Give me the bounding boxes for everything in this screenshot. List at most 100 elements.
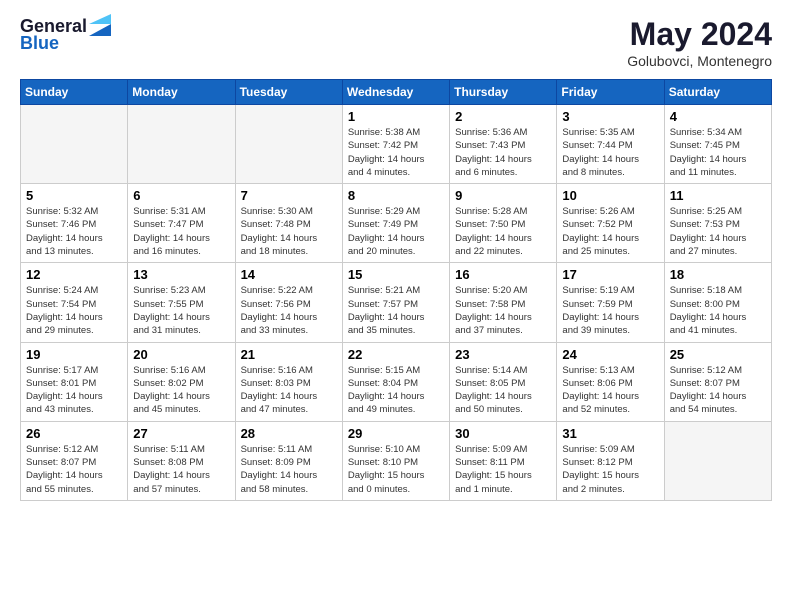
day-info: Sunrise: 5:34 AM Sunset: 7:45 PM Dayligh… xyxy=(670,126,766,179)
day-info: Sunrise: 5:16 AM Sunset: 8:03 PM Dayligh… xyxy=(241,364,337,417)
day-info: Sunrise: 5:11 AM Sunset: 8:08 PM Dayligh… xyxy=(133,443,229,496)
table-row: 1 Sunrise: 5:38 AM Sunset: 7:42 PM Daylig… xyxy=(342,105,449,184)
day-info: Sunrise: 5:10 AM Sunset: 8:10 PM Dayligh… xyxy=(348,443,444,496)
table-row: 22 Sunrise: 5:15 AM Sunset: 8:04 PM Dayli… xyxy=(342,342,449,421)
day-number: 10 xyxy=(562,188,658,203)
table-row: 29Sunrise: 5:10 AM Sunset: 8:10 PM Dayli… xyxy=(342,421,449,500)
table-row: 17Sunrise: 5:19 AM Sunset: 7:59 PM Dayli… xyxy=(557,263,664,342)
table-row: 6 Sunrise: 5:31 AM Sunset: 7:47 PM Daylig… xyxy=(128,184,235,263)
day-number: 7 xyxy=(241,188,337,203)
day-number: 19 xyxy=(26,347,122,362)
col-monday: Monday xyxy=(128,80,235,105)
table-row: 23 Sunrise: 5:14 AM Sunset: 8:05 PM Dayli… xyxy=(450,342,557,421)
day-number: 20 xyxy=(133,347,229,362)
day-number: 30 xyxy=(455,426,551,441)
table-row: 9Sunrise: 5:28 AM Sunset: 7:50 PM Daylig… xyxy=(450,184,557,263)
day-info: Sunrise: 5:36 AM Sunset: 7:43 PM Dayligh… xyxy=(455,126,551,179)
day-info: Sunrise: 5:15 AM Sunset: 8:04 PM Dayligh… xyxy=(348,364,444,417)
day-number: 14 xyxy=(241,267,337,282)
table-row: 20Sunrise: 5:16 AM Sunset: 8:02 PM Dayli… xyxy=(128,342,235,421)
page: General Blue May 2024 Golubovci, Montene… xyxy=(0,0,792,511)
table-row: 13 Sunrise: 5:23 AM Sunset: 7:55 PM Dayli… xyxy=(128,263,235,342)
day-info: Sunrise: 5:20 AM Sunset: 7:58 PM Dayligh… xyxy=(455,284,551,337)
day-info: Sunrise: 5:11 AM Sunset: 8:09 PM Dayligh… xyxy=(241,443,337,496)
table-row: 15Sunrise: 5:21 AM Sunset: 7:57 PM Dayli… xyxy=(342,263,449,342)
day-info: Sunrise: 5:22 AM Sunset: 7:56 PM Dayligh… xyxy=(241,284,337,337)
calendar-week-row: 12 Sunrise: 5:24 AM Sunset: 7:54 PM Dayli… xyxy=(21,263,772,342)
day-number: 31 xyxy=(562,426,658,441)
day-info: Sunrise: 5:25 AM Sunset: 7:53 PM Dayligh… xyxy=(670,205,766,258)
day-number: 21 xyxy=(241,347,337,362)
table-row: 30 Sunrise: 5:09 AM Sunset: 8:11 PM Dayli… xyxy=(450,421,557,500)
table-row: 2Sunrise: 5:36 AM Sunset: 7:43 PM Daylig… xyxy=(450,105,557,184)
day-number: 23 xyxy=(455,347,551,362)
header: General Blue May 2024 Golubovci, Montene… xyxy=(20,16,772,69)
day-number: 25 xyxy=(670,347,766,362)
day-info: Sunrise: 5:18 AM Sunset: 8:00 PM Dayligh… xyxy=(670,284,766,337)
calendar-week-row: 1 Sunrise: 5:38 AM Sunset: 7:42 PM Daylig… xyxy=(21,105,772,184)
table-row: 16Sunrise: 5:20 AM Sunset: 7:58 PM Dayli… xyxy=(450,263,557,342)
day-number: 6 xyxy=(133,188,229,203)
day-info: Sunrise: 5:17 AM Sunset: 8:01 PM Dayligh… xyxy=(26,364,122,417)
calendar-week-row: 5 Sunrise: 5:32 AM Sunset: 7:46 PM Daylig… xyxy=(21,184,772,263)
day-number: 24 xyxy=(562,347,658,362)
table-row: 4 Sunrise: 5:34 AM Sunset: 7:45 PM Daylig… xyxy=(664,105,771,184)
table-row: 7Sunrise: 5:30 AM Sunset: 7:48 PM Daylig… xyxy=(235,184,342,263)
table-row xyxy=(128,105,235,184)
day-number: 12 xyxy=(26,267,122,282)
table-row: 14 Sunrise: 5:22 AM Sunset: 7:56 PM Dayli… xyxy=(235,263,342,342)
table-row: 24 Sunrise: 5:13 AM Sunset: 8:06 PM Dayli… xyxy=(557,342,664,421)
day-number: 5 xyxy=(26,188,122,203)
day-info: Sunrise: 5:35 AM Sunset: 7:44 PM Dayligh… xyxy=(562,126,658,179)
day-number: 27 xyxy=(133,426,229,441)
table-row: 3 Sunrise: 5:35 AM Sunset: 7:44 PM Daylig… xyxy=(557,105,664,184)
day-number: 8 xyxy=(348,188,444,203)
table-row xyxy=(235,105,342,184)
table-row xyxy=(664,421,771,500)
day-info: Sunrise: 5:09 AM Sunset: 8:11 PM Dayligh… xyxy=(455,443,551,496)
day-number: 4 xyxy=(670,109,766,124)
day-info: Sunrise: 5:24 AM Sunset: 7:54 PM Dayligh… xyxy=(26,284,122,337)
day-number: 3 xyxy=(562,109,658,124)
day-number: 15 xyxy=(348,267,444,282)
table-row: 21 Sunrise: 5:16 AM Sunset: 8:03 PM Dayli… xyxy=(235,342,342,421)
table-row: 12 Sunrise: 5:24 AM Sunset: 7:54 PM Dayli… xyxy=(21,263,128,342)
logo-icon xyxy=(89,14,111,36)
day-info: Sunrise: 5:09 AM Sunset: 8:12 PM Dayligh… xyxy=(562,443,658,496)
col-wednesday: Wednesday xyxy=(342,80,449,105)
title-block: May 2024 Golubovci, Montenegro xyxy=(627,16,772,69)
calendar: Sunday Monday Tuesday Wednesday Thursday… xyxy=(20,79,772,501)
table-row: 5 Sunrise: 5:32 AM Sunset: 7:46 PM Daylig… xyxy=(21,184,128,263)
table-row: 8 Sunrise: 5:29 AM Sunset: 7:49 PM Daylig… xyxy=(342,184,449,263)
day-number: 13 xyxy=(133,267,229,282)
table-row: 11 Sunrise: 5:25 AM Sunset: 7:53 PM Dayli… xyxy=(664,184,771,263)
table-row: 25 Sunrise: 5:12 AM Sunset: 8:07 PM Dayli… xyxy=(664,342,771,421)
day-info: Sunrise: 5:31 AM Sunset: 7:47 PM Dayligh… xyxy=(133,205,229,258)
day-number: 1 xyxy=(348,109,444,124)
day-info: Sunrise: 5:12 AM Sunset: 8:07 PM Dayligh… xyxy=(670,364,766,417)
day-info: Sunrise: 5:28 AM Sunset: 7:50 PM Dayligh… xyxy=(455,205,551,258)
table-row: 26Sunrise: 5:12 AM Sunset: 8:07 PM Dayli… xyxy=(21,421,128,500)
day-info: Sunrise: 5:23 AM Sunset: 7:55 PM Dayligh… xyxy=(133,284,229,337)
month-year: May 2024 xyxy=(627,16,772,53)
day-info: Sunrise: 5:32 AM Sunset: 7:46 PM Dayligh… xyxy=(26,205,122,258)
day-info: Sunrise: 5:13 AM Sunset: 8:06 PM Dayligh… xyxy=(562,364,658,417)
day-number: 28 xyxy=(241,426,337,441)
day-info: Sunrise: 5:29 AM Sunset: 7:49 PM Dayligh… xyxy=(348,205,444,258)
table-row: 27 Sunrise: 5:11 AM Sunset: 8:08 PM Dayli… xyxy=(128,421,235,500)
day-info: Sunrise: 5:19 AM Sunset: 7:59 PM Dayligh… xyxy=(562,284,658,337)
calendar-week-row: 26Sunrise: 5:12 AM Sunset: 8:07 PM Dayli… xyxy=(21,421,772,500)
calendar-week-row: 19 Sunrise: 5:17 AM Sunset: 8:01 PM Dayli… xyxy=(21,342,772,421)
col-tuesday: Tuesday xyxy=(235,80,342,105)
day-info: Sunrise: 5:38 AM Sunset: 7:42 PM Dayligh… xyxy=(348,126,444,179)
day-info: Sunrise: 5:14 AM Sunset: 8:05 PM Dayligh… xyxy=(455,364,551,417)
day-number: 22 xyxy=(348,347,444,362)
logo: General Blue xyxy=(20,16,111,54)
table-row: 19 Sunrise: 5:17 AM Sunset: 8:01 PM Dayli… xyxy=(21,342,128,421)
table-row xyxy=(21,105,128,184)
table-row: 28 Sunrise: 5:11 AM Sunset: 8:09 PM Dayli… xyxy=(235,421,342,500)
calendar-header-row: Sunday Monday Tuesday Wednesday Thursday… xyxy=(21,80,772,105)
day-number: 11 xyxy=(670,188,766,203)
col-friday: Friday xyxy=(557,80,664,105)
table-row: 10Sunrise: 5:26 AM Sunset: 7:52 PM Dayli… xyxy=(557,184,664,263)
